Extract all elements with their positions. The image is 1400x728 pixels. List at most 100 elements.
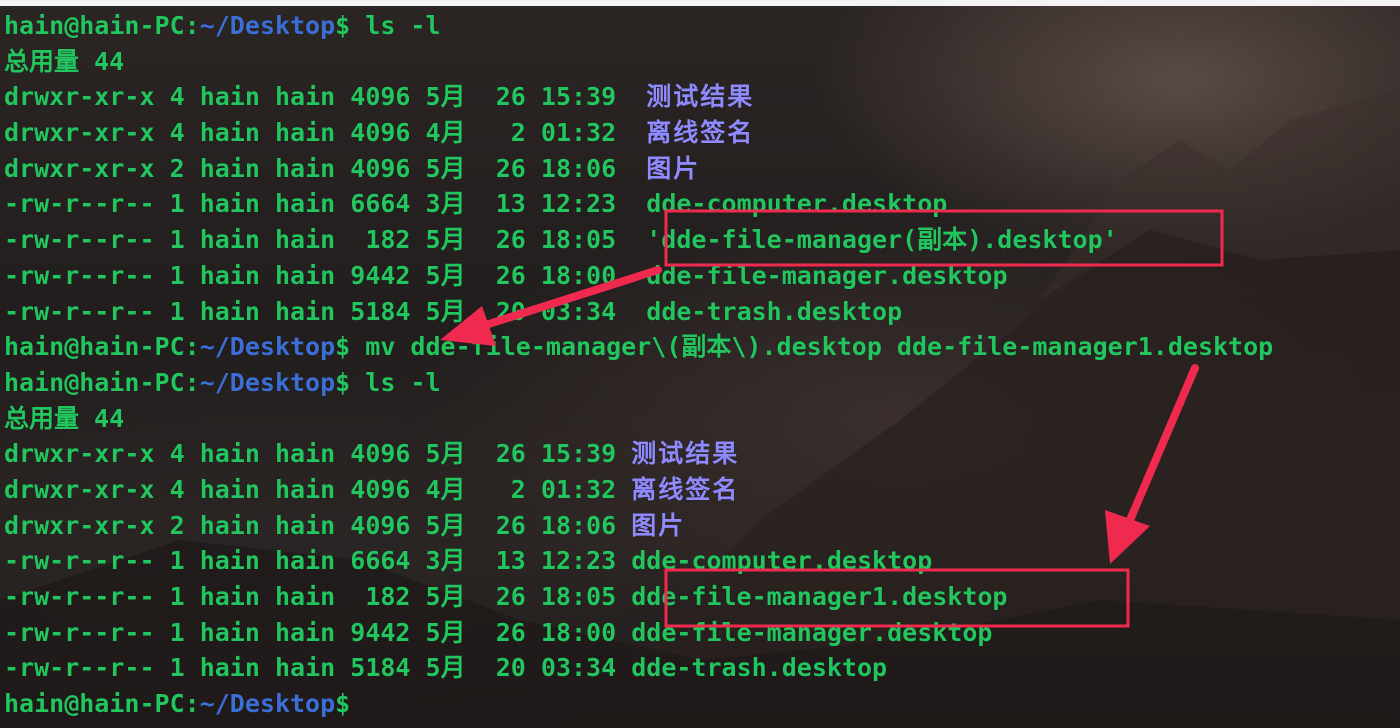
link-count: 1 bbox=[169, 189, 185, 219]
perms: drwxr-xr-x bbox=[4, 82, 155, 112]
link-count: 1 bbox=[169, 617, 185, 647]
time: 12:23 bbox=[540, 546, 617, 576]
month: 5月 bbox=[425, 439, 466, 469]
day: 26 bbox=[495, 82, 526, 112]
directory-name: 离线签名 bbox=[631, 474, 740, 504]
listing-row: drwxr-xr-x 4 hain hain 4096 5月 26 15:39 … bbox=[4, 436, 1273, 472]
month: 5月 bbox=[425, 153, 466, 183]
file-size: 4096 bbox=[350, 439, 411, 469]
file-size: 4096 bbox=[350, 118, 411, 148]
perms: drwxr-xr-x bbox=[4, 510, 155, 540]
total-line: 总用量 44 bbox=[4, 44, 1273, 80]
day: 26 bbox=[495, 153, 526, 183]
listing-row: drwxr-xr-x 4 hain hain 4096 4月 2 01:32 离… bbox=[4, 115, 1273, 151]
group: hain bbox=[274, 474, 336, 504]
terminal-output: hain@hain-PC:~/Desktop$ ls -l 总用量 44 drwxr… bbox=[4, 8, 1273, 722]
listing-row: -rw-r--r-- 1 hain hain 9442 5月 26 18:00 … bbox=[4, 258, 1273, 294]
time: 03:34 bbox=[540, 296, 617, 326]
owner: hain bbox=[199, 82, 260, 112]
month: 3月 bbox=[425, 189, 466, 219]
day: 26 bbox=[495, 260, 526, 290]
time: 15:39 bbox=[540, 439, 617, 469]
prompt-user-host: hain@hain-PC bbox=[4, 332, 185, 362]
file-name: dde-computer.desktop bbox=[631, 546, 933, 576]
listing-row: drwxr-xr-x 2 hain hain 4096 5月 26 18:06 … bbox=[4, 151, 1273, 187]
file-size: 5184 bbox=[350, 296, 411, 326]
group: hain bbox=[274, 617, 336, 647]
month: 3月 bbox=[425, 546, 466, 576]
prompt-dollar: $ bbox=[335, 11, 351, 40]
time: 12:23 bbox=[540, 189, 617, 219]
owner: hain bbox=[199, 260, 260, 290]
day: 26 bbox=[495, 225, 526, 255]
month: 5月 bbox=[425, 225, 466, 255]
time: 15:39 bbox=[540, 82, 617, 112]
group: hain bbox=[274, 260, 336, 290]
prompt-colon: : bbox=[184, 11, 200, 40]
month: 4月 bbox=[425, 474, 466, 504]
perms: drwxr-xr-x bbox=[4, 439, 155, 469]
owner: hain bbox=[199, 296, 260, 326]
terminal-window[interactable]: hain@hain-PC:~/Desktop$ ls -l 总用量 44 drwxr… bbox=[0, 0, 1400, 728]
month: 4月 bbox=[425, 118, 466, 148]
perms: drwxr-xr-x bbox=[4, 153, 155, 183]
day: 13 bbox=[495, 546, 526, 576]
month: 5月 bbox=[425, 510, 466, 540]
directory-name: 测试结果 bbox=[631, 439, 740, 469]
perms: -rw-r--r-- bbox=[4, 582, 155, 611]
day: 26 bbox=[495, 510, 526, 540]
time: 01:32 bbox=[540, 474, 617, 504]
prompt-colon: : bbox=[184, 332, 200, 362]
perms: -rw-r--r-- bbox=[4, 225, 155, 255]
prompt-dollar: $ bbox=[335, 332, 351, 362]
listing-row: -rw-r--r-- 1 hain hain 6664 3月 13 12:23 … bbox=[4, 543, 1273, 579]
file-size: 4096 bbox=[350, 153, 411, 183]
link-count: 2 bbox=[169, 510, 185, 540]
day: 20 bbox=[495, 653, 526, 683]
prompt-dollar: $ bbox=[335, 367, 351, 397]
listing-row: drwxr-xr-x 4 hain hain 4096 5月 26 15:39 … bbox=[4, 79, 1273, 115]
file-size: 4096 bbox=[350, 474, 411, 504]
day: 26 bbox=[495, 439, 526, 469]
listing-row: drwxr-xr-x 4 hain hain 4096 4月 2 01:32 离… bbox=[4, 472, 1273, 508]
file-name: dde-file-manager.desktop bbox=[631, 617, 993, 647]
link-count: 4 bbox=[169, 474, 185, 504]
listing-row: -rw-r--r-- 1 hain hain 182 5月 26 18:05 d… bbox=[4, 579, 1273, 615]
owner: hain bbox=[199, 118, 260, 148]
file-size: 4096 bbox=[350, 510, 411, 540]
time: 18:06 bbox=[540, 153, 617, 183]
day: 13 bbox=[495, 189, 526, 219]
link-count: 1 bbox=[169, 260, 185, 290]
day: 26 bbox=[495, 582, 526, 611]
prompt-path: ~/Desktop bbox=[199, 367, 336, 397]
file-name: dde-file-manager1.desktop bbox=[631, 582, 1008, 611]
owner: hain bbox=[199, 653, 260, 683]
listing-row: -rw-r--r-- 1 hain hain 9442 5月 26 18:00 … bbox=[4, 615, 1273, 651]
file-name: 'dde-file-manager(副本).desktop' bbox=[646, 225, 1118, 255]
owner: hain bbox=[199, 510, 260, 540]
month: 5月 bbox=[425, 582, 466, 611]
month: 5月 bbox=[425, 617, 466, 647]
command-text: ls -l bbox=[365, 367, 441, 397]
link-count: 1 bbox=[169, 296, 185, 326]
listing-row: -rw-r--r-- 1 hain hain 5184 5月 20 03:34 … bbox=[4, 294, 1273, 330]
group: hain bbox=[274, 546, 336, 576]
prompt-colon: : bbox=[184, 367, 200, 397]
perms: drwxr-xr-x bbox=[4, 474, 155, 504]
owner: hain bbox=[199, 153, 260, 183]
command-text: ls -l bbox=[365, 11, 441, 40]
link-count: 1 bbox=[169, 546, 185, 576]
group: hain bbox=[274, 189, 336, 219]
day: 2 bbox=[510, 474, 526, 504]
listing-row: -rw-r--r-- 1 hain hain 182 5月 26 18:05 '… bbox=[4, 222, 1273, 258]
group: hain bbox=[274, 82, 336, 112]
perms: -rw-r--r-- bbox=[4, 296, 155, 326]
owner: hain bbox=[199, 546, 260, 576]
group: hain bbox=[274, 582, 336, 611]
time: 18:00 bbox=[540, 617, 617, 647]
month: 5月 bbox=[425, 260, 466, 290]
listing-row: -rw-r--r-- 1 hain hain 5184 5月 20 03:34 … bbox=[4, 650, 1273, 686]
file-size: 4096 bbox=[350, 82, 411, 112]
directory-name: 图片 bbox=[646, 153, 701, 183]
prompt-line: hain@hain-PC:~/Desktop$ ls -l bbox=[4, 365, 1273, 401]
